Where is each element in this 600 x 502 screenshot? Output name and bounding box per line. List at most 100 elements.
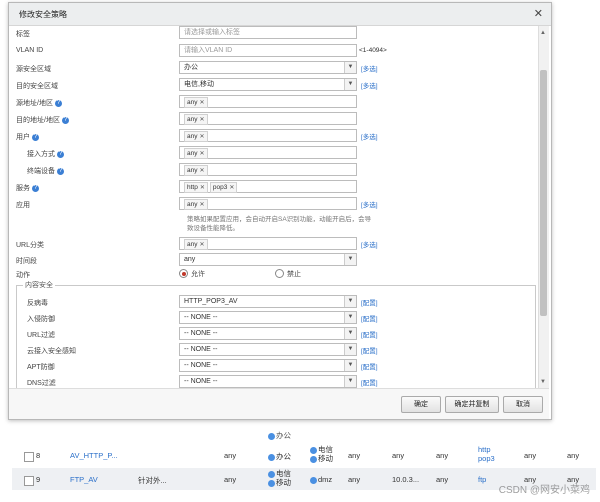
- help-icon[interactable]: ?: [32, 133, 39, 141]
- allow-label: 允许: [191, 271, 205, 278]
- chevron-down-icon[interactable]: ▼: [344, 328, 356, 339]
- remove-icon[interactable]: ✕: [229, 185, 234, 191]
- help-icon[interactable]: ?: [57, 167, 64, 175]
- url-category-tag-input[interactable]: any ✕: [179, 237, 357, 250]
- dst-addr-label: 目的地址/地区?: [16, 115, 69, 125]
- ips-config-link[interactable]: [配置]: [361, 313, 378, 323]
- antivirus-select[interactable]: HTTP_POP3_AV ▼: [179, 295, 357, 308]
- chevron-down-icon[interactable]: ▼: [344, 79, 356, 90]
- remove-icon[interactable]: ✕: [199, 242, 204, 248]
- dialog-titlebar: 修改安全策略 ✕: [9, 3, 551, 26]
- scrollbar-thumb[interactable]: [540, 70, 547, 316]
- remove-icon[interactable]: ✕: [199, 134, 204, 140]
- tag-chip-label: any: [187, 241, 198, 248]
- zone-icon: [268, 453, 275, 461]
- chevron-down-icon[interactable]: ▼: [344, 62, 356, 73]
- service-tag-input[interactable]: http ✕ pop3 ✕: [179, 180, 357, 193]
- dns-filter-select[interactable]: -- NONE -- ▼: [179, 375, 357, 388]
- ok-button[interactable]: 确定: [401, 396, 441, 413]
- help-icon[interactable]: ?: [57, 150, 64, 158]
- allow-radio[interactable]: [179, 269, 188, 278]
- vlan-input[interactable]: 请输入VLAN ID: [179, 44, 357, 57]
- help-icon[interactable]: ?: [61, 116, 69, 124]
- cloud-access-config-link[interactable]: [配置]: [361, 345, 378, 355]
- policy-name-link[interactable]: FTP_AV: [70, 475, 98, 484]
- chevron-down-icon[interactable]: ▼: [344, 254, 356, 265]
- remove-icon[interactable]: ✕: [199, 117, 204, 123]
- ips-select[interactable]: -- NONE -- ▼: [179, 311, 357, 324]
- antivirus-config-link[interactable]: [配置]: [361, 297, 378, 307]
- chevron-down-icon[interactable]: ▼: [344, 296, 356, 307]
- terminal-row: 终端设备? any ✕: [9, 162, 539, 178]
- dialog-footer: 确定 确定并复制 取消: [9, 388, 549, 419]
- tag-chip: any ✕: [184, 148, 208, 159]
- dst-zone-select[interactable]: 电信,移动 ▼: [179, 78, 357, 91]
- dialog-title: 修改安全策略: [19, 10, 67, 19]
- tag-input[interactable]: 请选择或输入标签: [179, 26, 357, 39]
- help-icon[interactable]: ?: [32, 184, 39, 192]
- ok-and-copy-button[interactable]: 确定并复制: [445, 396, 499, 413]
- cloud-access-label: 云接入安全感知: [27, 348, 76, 355]
- cloud-access-select[interactable]: -- NONE -- ▼: [179, 343, 357, 356]
- dst-zone-label: 目的安全区域: [16, 83, 58, 90]
- remove-icon[interactable]: ✕: [199, 100, 204, 106]
- terminal-tag-input[interactable]: any ✕: [179, 163, 357, 176]
- service-cell[interactable]: ftp: [478, 475, 486, 484]
- remove-icon[interactable]: ✕: [199, 202, 204, 208]
- dst-addr-tag-input[interactable]: any ✕: [179, 112, 357, 125]
- row-checkbox[interactable]: [24, 452, 34, 462]
- user-multi-link[interactable]: [多选]: [361, 131, 378, 141]
- close-icon[interactable]: ✕: [534, 7, 543, 20]
- url-filter-config-link[interactable]: [配置]: [361, 329, 378, 339]
- tag-chip: any ✕: [184, 114, 208, 125]
- chevron-down-icon[interactable]: ▼: [344, 376, 356, 387]
- scroll-up-icon[interactable]: ▲: [540, 30, 546, 36]
- dialog-scrollbar[interactable]: ▲ ▼: [538, 26, 549, 388]
- chevron-down-icon[interactable]: ▼: [344, 360, 356, 371]
- service-label-text: 服务: [16, 185, 30, 192]
- src-zone-multi-link[interactable]: [多选]: [361, 63, 378, 73]
- action-row: 动作 允许 禁止: [9, 266, 539, 282]
- url-filter-select[interactable]: -- NONE -- ▼: [179, 327, 357, 340]
- remove-icon[interactable]: ✕: [199, 168, 204, 174]
- remove-icon[interactable]: ✕: [200, 185, 205, 191]
- service-cell[interactable]: http pop3: [478, 445, 495, 463]
- dst-zone-text: dmz: [318, 475, 333, 484]
- apt-config-link[interactable]: [配置]: [361, 361, 378, 371]
- schedule-select[interactable]: any ▼: [179, 253, 357, 266]
- zone-icon: [310, 446, 317, 454]
- application-multi-link[interactable]: [多选]: [361, 199, 378, 209]
- policy-name-link[interactable]: AV_HTTP_P...: [70, 451, 118, 460]
- src-addr-row: 源地址/地区? any ✕: [9, 94, 539, 110]
- help-icon[interactable]: ?: [54, 99, 62, 107]
- scroll-down-icon[interactable]: ▼: [540, 379, 546, 385]
- table-row[interactable]: 8 AV_HTTP_P... any 办公 电信 移动 any any any …: [12, 444, 596, 466]
- tag-chip-label: any: [187, 99, 198, 106]
- antivirus-row: 反病毒 HTTP_POP3_AV ▼ [配置]: [9, 294, 539, 310]
- chevron-down-icon[interactable]: ▼: [344, 312, 356, 323]
- service-text: http: [478, 445, 491, 454]
- cancel-button[interactable]: 取消: [503, 396, 543, 413]
- dst-zone-multi-link[interactable]: [多选]: [361, 80, 378, 90]
- col-cell: any: [567, 451, 580, 460]
- application-tag-input[interactable]: any ✕: [179, 197, 357, 210]
- apt-label: APT防御: [27, 364, 55, 371]
- tag-chip-label: any: [187, 116, 198, 123]
- url-category-multi-link[interactable]: [多选]: [361, 239, 378, 249]
- apt-select[interactable]: -- NONE -- ▼: [179, 359, 357, 372]
- remove-icon[interactable]: ✕: [199, 151, 204, 157]
- url-filter-row: URL过滤 -- NONE -- ▼ [配置]: [9, 326, 539, 342]
- user-label-text: 用户: [16, 134, 30, 141]
- url-category-label: URL分类: [16, 242, 45, 249]
- row-checkbox[interactable]: [24, 476, 34, 486]
- dns-filter-config-link[interactable]: [配置]: [361, 377, 378, 387]
- src-addr-tag-input[interactable]: any ✕: [179, 95, 357, 108]
- access-tag-input[interactable]: any ✕: [179, 146, 357, 159]
- service-text: pop3: [478, 454, 495, 463]
- dns-filter-label: DNS过滤: [27, 380, 56, 387]
- dst-addr-row: 目的地址/地区? any ✕: [9, 111, 539, 127]
- user-tag-input[interactable]: any ✕: [179, 129, 357, 142]
- chevron-down-icon[interactable]: ▼: [344, 344, 356, 355]
- deny-radio[interactable]: [275, 269, 284, 278]
- src-zone-select[interactable]: 办公 ▼: [179, 61, 357, 74]
